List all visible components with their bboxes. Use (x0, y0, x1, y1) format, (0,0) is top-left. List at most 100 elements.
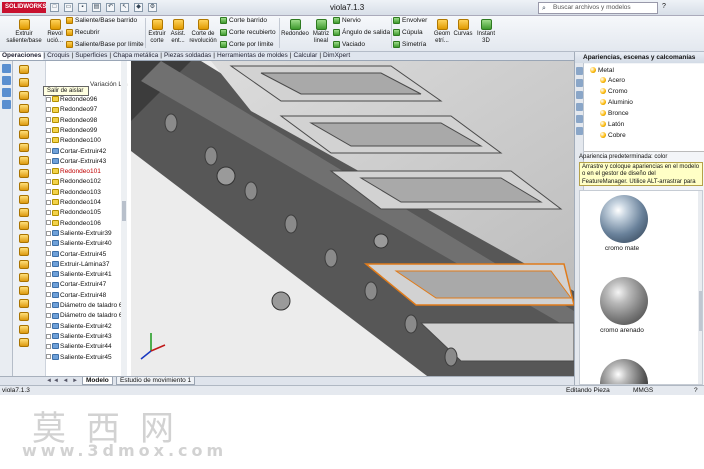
expand-toggle-icon[interactable] (46, 302, 51, 308)
feature-icon[interactable] (19, 208, 29, 217)
tree-item[interactable]: Redondeo102 (46, 177, 131, 187)
tab-chapa-metalica[interactable]: Chapa metálica (111, 52, 160, 60)
tree-item[interactable]: Saliente-Extruir45 (46, 353, 131, 363)
print-icon[interactable]: ▤ (92, 3, 101, 12)
mirror-button[interactable]: Simetría (393, 41, 426, 48)
tree-item[interactable]: Diámetro de taladro 6 (46, 301, 131, 311)
extrude-boss-button[interactable]: Extruir saliente/base (4, 19, 44, 45)
tree-item[interactable]: Redondeo101 (46, 167, 131, 177)
feature-icon[interactable] (19, 221, 29, 230)
search-input[interactable]: ⌕ Buscar archivos y modelos (538, 2, 658, 14)
dome-button[interactable]: Cúpula (393, 29, 423, 36)
expand-toggle-icon[interactable] (46, 127, 51, 133)
rebuild-icon[interactable]: ◆ (134, 3, 143, 12)
feature-icon[interactable] (19, 91, 29, 100)
swatch-partial[interactable] (600, 359, 648, 384)
lofted-cut-button[interactable]: Corte recubierto (220, 29, 276, 36)
tree-item[interactable]: Redondeo99 (46, 126, 131, 136)
tree-item[interactable]: Saliente-Extruir42 (46, 322, 131, 332)
feature-icon[interactable] (19, 325, 29, 334)
expand-toggle-icon[interactable] (46, 261, 51, 267)
tab-operaciones[interactable]: Operaciones (0, 52, 44, 60)
feature-icon[interactable] (19, 299, 29, 308)
dimxpert-tab-icon[interactable] (2, 100, 11, 109)
reference-geometry-button[interactable]: Geom etrí... (432, 19, 452, 45)
expand-toggle-icon[interactable] (46, 354, 51, 360)
featuremanager-tab-icon[interactable] (2, 64, 11, 73)
expand-toggle-icon[interactable] (46, 271, 51, 277)
expand-toggle-icon[interactable] (46, 220, 51, 226)
feature-icon[interactable] (19, 273, 29, 282)
feature-icon[interactable] (19, 234, 29, 243)
expand-toggle-icon[interactable] (46, 240, 51, 246)
expand-toggle-icon[interactable] (46, 168, 51, 174)
expand-toggle-icon[interactable] (46, 230, 51, 236)
feature-icon[interactable] (19, 312, 29, 321)
appearances-tab-icon[interactable] (576, 115, 583, 123)
tree-item[interactable]: Cortar-Extruir45 (46, 250, 131, 260)
tab-calcular[interactable]: Calcular (292, 52, 320, 60)
boundary-boss-button[interactable]: Saliente/Base por límite (66, 41, 144, 48)
expand-toggle-icon[interactable] (46, 323, 51, 329)
expand-toggle-icon[interactable] (46, 137, 51, 143)
tree-item[interactable]: Cortar-Extruir43 (46, 157, 131, 167)
expand-toggle-icon[interactable] (46, 333, 51, 339)
select-icon[interactable]: ↖ (120, 3, 129, 12)
revolve-cut-button[interactable]: Corte de revolución (189, 19, 217, 45)
extrude-cut-button[interactable]: Extruir corte (147, 19, 167, 45)
expand-toggle-icon[interactable] (46, 148, 51, 154)
expand-toggle-icon[interactable] (46, 313, 51, 319)
tree-item-metal[interactable]: Metal (590, 66, 614, 76)
tree-item[interactable]: Redondeo105 (46, 208, 131, 218)
feature-icon[interactable] (19, 169, 29, 178)
file-explorer-tab-icon[interactable] (576, 91, 583, 99)
design-library-tab-icon[interactable] (576, 79, 583, 87)
draft-button[interactable]: Ángulo de salida (333, 29, 390, 36)
tree-item[interactable]: Redondeo104 (46, 198, 131, 208)
expand-toggle-icon[interactable] (46, 251, 51, 257)
tab-herramientas-moldes[interactable]: Herramientas de moldes (215, 52, 290, 60)
status-help[interactable]: ? (694, 386, 698, 395)
expand-toggle-icon[interactable] (46, 292, 51, 298)
exit-isolate-tooltip[interactable]: Salir de aislar (43, 86, 89, 96)
tree-item[interactable]: Redondeo100 (46, 136, 131, 146)
expand-toggle-icon[interactable] (46, 117, 51, 123)
shell-button[interactable]: Vaciado (333, 41, 365, 48)
expand-toggle-icon[interactable] (46, 343, 51, 349)
tree-item[interactable]: Saliente-Extruir39 (46, 229, 131, 239)
feature-icon[interactable] (19, 156, 29, 165)
open-icon[interactable]: ▭ (64, 3, 73, 12)
tree-item[interactable]: Saliente-Extruir40 (46, 239, 131, 249)
swatch-cromo-mate[interactable] (600, 195, 648, 243)
swept-cut-button[interactable]: Corte barrido (220, 17, 267, 24)
tree-item[interactable]: Extruir-Lámina37 (46, 260, 131, 270)
tree-item[interactable]: Redondeo98 (46, 116, 131, 126)
feature-icon[interactable] (19, 247, 29, 256)
tab-piezas-soldadas[interactable]: Piezas soldadas (162, 52, 213, 60)
expand-toggle-icon[interactable] (46, 282, 51, 288)
feature-icon[interactable] (19, 195, 29, 204)
wrap-button[interactable]: Envolver (393, 17, 427, 24)
tree-item[interactable]: Redondeo97 (46, 105, 131, 115)
revolve-boss-button[interactable]: Revol ució... (44, 19, 66, 45)
save-icon[interactable]: ▪ (78, 3, 87, 12)
undo-icon[interactable]: ↶ (106, 3, 115, 12)
expand-toggle-icon[interactable] (46, 199, 51, 205)
linear-pattern-button[interactable]: Matriz lineal (311, 19, 331, 45)
new-icon[interactable]: □ (50, 3, 59, 12)
tree-item[interactable]: Cortar-Extruir47 (46, 280, 131, 290)
resources-tab-icon[interactable] (576, 67, 583, 75)
tree-item[interactable]: Redondeo106 (46, 219, 131, 229)
expand-toggle-icon[interactable] (46, 158, 51, 164)
tree-item-bronce[interactable]: Bronce (600, 109, 629, 119)
feature-icon[interactable] (19, 117, 29, 126)
expand-toggle-icon[interactable] (46, 210, 51, 216)
instant3d-button[interactable]: Instant 3D (475, 19, 497, 45)
tab-estudio-movimiento[interactable]: Estudio de movimiento 1 (116, 377, 196, 385)
help-button[interactable]: ? (662, 3, 666, 10)
feature-icon[interactable] (19, 286, 29, 295)
curves-button[interactable]: Curvas (453, 19, 473, 38)
tree-item-laton[interactable]: Latón (600, 120, 624, 130)
boundary-cut-button[interactable]: Corte por límite (220, 41, 273, 48)
feature-icon[interactable] (19, 65, 29, 74)
